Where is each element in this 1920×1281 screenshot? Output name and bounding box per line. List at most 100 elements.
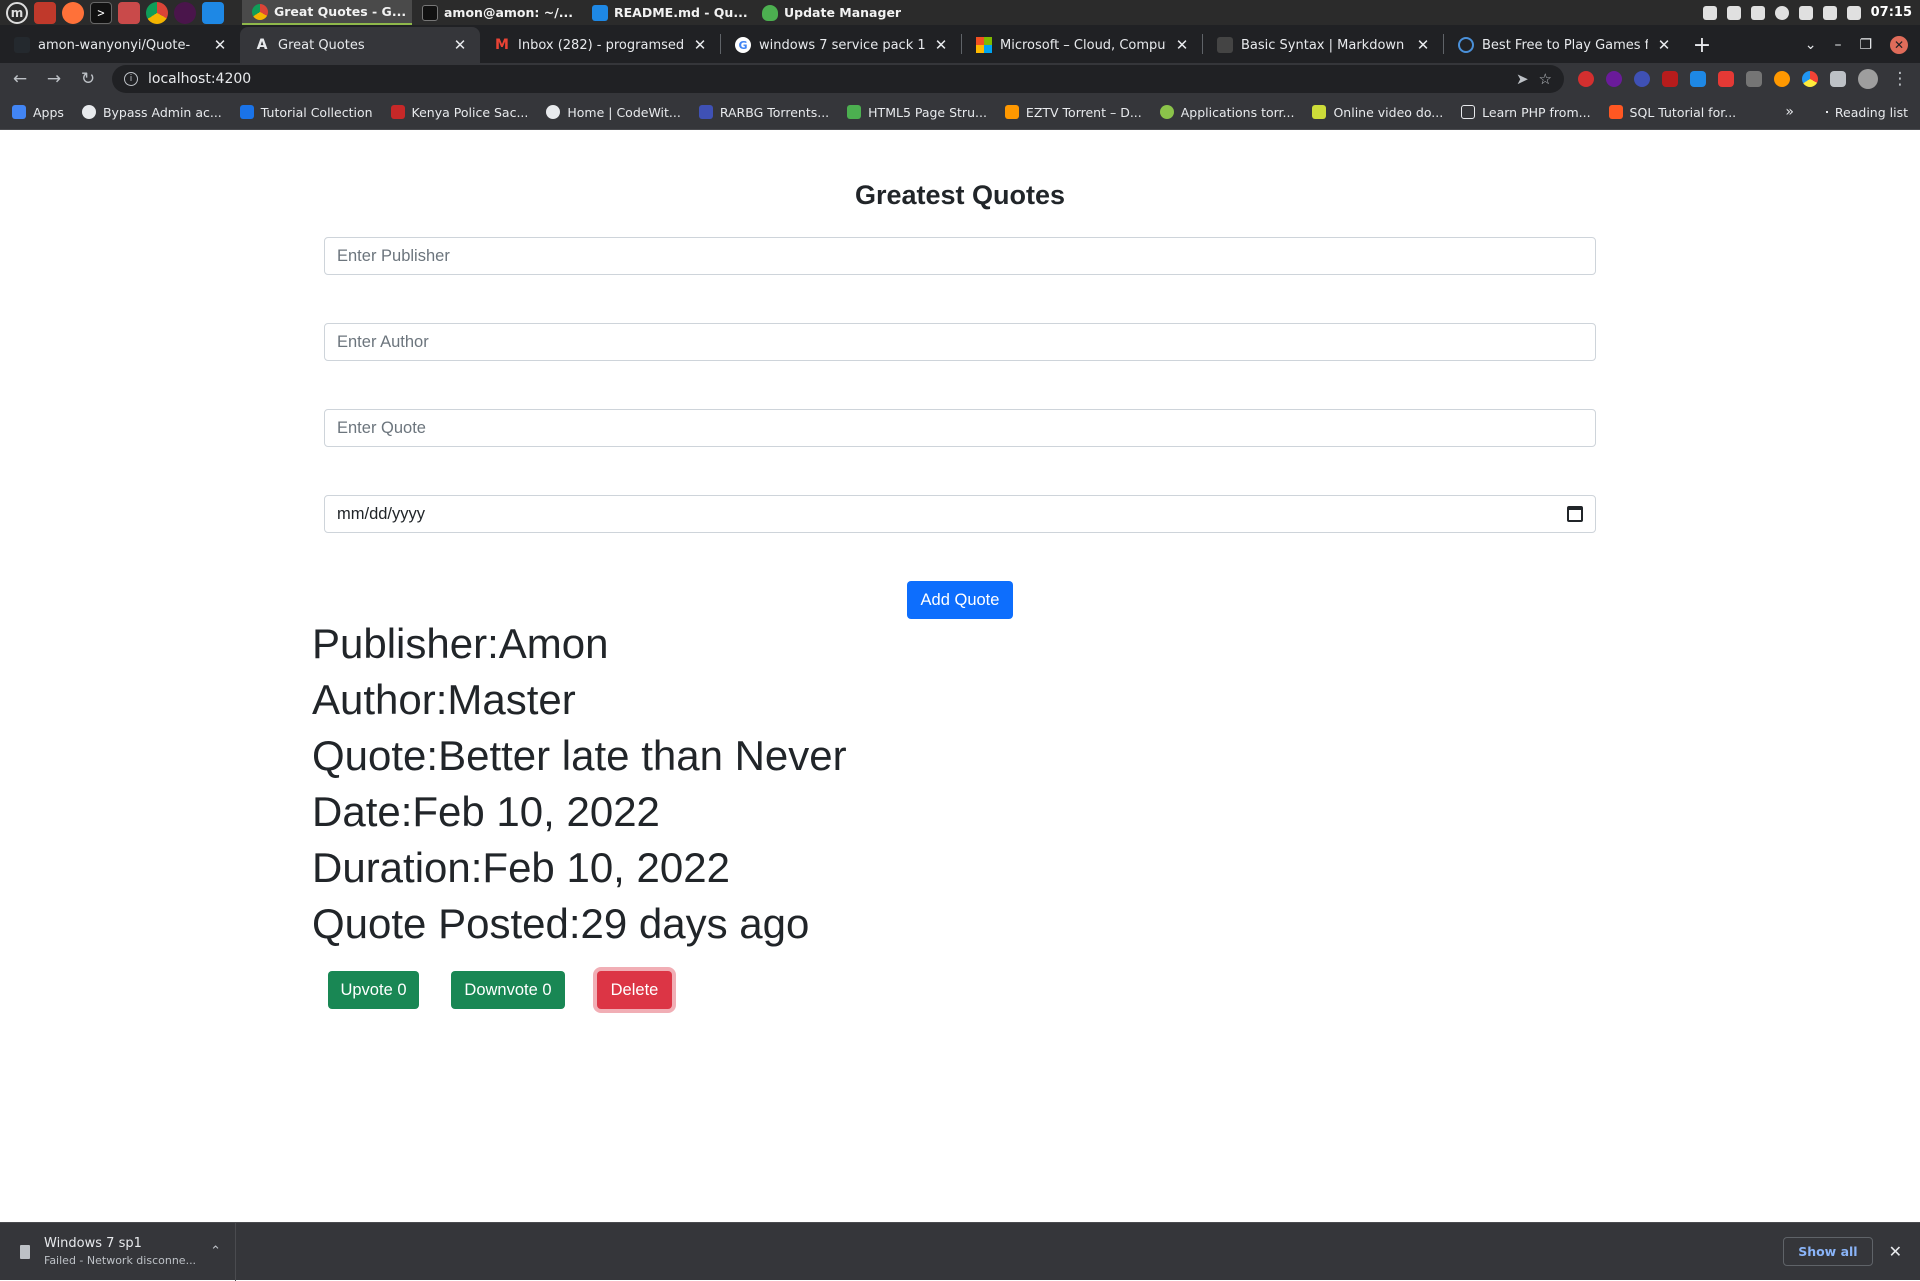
extension-icon[interactable] (1746, 71, 1762, 87)
extension-icon[interactable] (1774, 71, 1790, 87)
taskbar-item-update-manager[interactable]: Update Manager (752, 0, 922, 25)
taskbar-item-terminal[interactable]: amon@amon: ~/... (412, 0, 582, 25)
tab-gmail[interactable]: M Inbox (282) - programseduc@ ✕ (480, 27, 720, 63)
chrome-icon[interactable] (146, 1, 168, 24)
tab-microsoft[interactable]: Microsoft – Cloud, Computers ✕ (962, 27, 1202, 63)
upvote-button[interactable]: Upvote 0 (328, 971, 419, 1009)
tab-markdown-guide[interactable]: Basic Syntax | Markdown Guid ✕ (1203, 27, 1443, 63)
files-icon[interactable] (118, 1, 140, 24)
site-info-icon[interactable]: i (124, 72, 138, 86)
date-field[interactable]: mm/dd/yyyy (324, 495, 1596, 533)
back-icon[interactable]: ← (10, 69, 30, 89)
clipboard-icon[interactable] (1750, 5, 1765, 20)
ublock-extension-icon[interactable] (1662, 71, 1678, 87)
slack-icon[interactable] (174, 1, 196, 24)
tab-search-icon[interactable]: ⌄ (1805, 37, 1817, 53)
close-icon[interactable]: ✕ (1889, 1242, 1902, 1261)
more-bookmarks-chevron-icon[interactable]: » (1785, 104, 1794, 120)
forward-icon[interactable]: → (44, 69, 64, 89)
send-icon[interactable]: ➤ (1516, 70, 1529, 88)
show-desktop-icon[interactable] (34, 1, 56, 24)
user-icon[interactable] (1774, 5, 1789, 20)
calendar-icon[interactable] (1567, 506, 1583, 522)
shield-tray-icon[interactable] (1702, 5, 1717, 20)
publisher-input[interactable] (337, 246, 1583, 266)
delete-button[interactable]: Delete (597, 971, 672, 1009)
extension-icon[interactable] (1634, 71, 1650, 87)
video-extension-icon[interactable] (1718, 71, 1734, 87)
bookmark-item[interactable]: Online video do... (1312, 105, 1443, 120)
download-item[interactable]: Windows 7 sp1 Failed - Network disconne.… (0, 1222, 236, 1281)
wifi-icon[interactable] (1798, 5, 1813, 20)
tab-great-quotes[interactable]: A Great Quotes ✕ (240, 27, 480, 63)
bookmark-item[interactable]: Kenya Police Sac... (390, 105, 528, 120)
clock[interactable]: 07:15 (1871, 5, 1912, 20)
author-input[interactable] (337, 332, 1583, 352)
mint-menu-icon[interactable]: m (6, 1, 28, 24)
extension-icon[interactable] (1606, 71, 1622, 87)
add-quote-button[interactable]: Add Quote (907, 581, 1013, 619)
bookmark-label: Bypass Admin ac... (102, 104, 222, 120)
bookmark-star-icon[interactable]: ☆ (1539, 70, 1552, 88)
taskbar-item-vscode[interactable]: README.md - Qu... (582, 0, 752, 25)
tab-google-search[interactable]: G windows 7 service pack 1 - Go ✕ (721, 27, 961, 63)
close-window-icon[interactable]: ✕ (1890, 36, 1908, 54)
adblock-extension-icon[interactable] (1578, 71, 1594, 87)
bookmark-item[interactable]: Tutorial Collection (239, 105, 373, 120)
chevron-up-icon[interactable]: ⌃ (210, 1244, 221, 1259)
close-tab-icon[interactable]: ✕ (692, 36, 708, 54)
minimize-icon[interactable]: – (1834, 37, 1841, 53)
show-all-downloads-button[interactable]: Show all (1783, 1237, 1873, 1266)
profile-avatar-icon[interactable] (1858, 69, 1878, 89)
angular-icon: A (256, 37, 268, 53)
publisher-field[interactable] (324, 237, 1596, 275)
bookmark-item[interactable]: SQL Tutorial for... (1608, 105, 1736, 120)
author-field[interactable] (324, 323, 1596, 361)
chrome-icon (252, 3, 268, 20)
bookmark-item[interactable]: RARBG Torrents... (698, 104, 830, 120)
terminal-icon[interactable]: > (90, 1, 112, 24)
address-bar[interactable]: i localhost:4200 ➤ ☆ (112, 65, 1564, 93)
quote-input[interactable] (337, 418, 1583, 438)
bookmark-item[interactable]: Home | CodeWit... (546, 105, 681, 120)
tab-title: Inbox (282) - programseduc@ (518, 37, 684, 53)
bookmark-item[interactable]: HTML5 Page Stru... (847, 105, 987, 120)
close-tab-icon[interactable]: ✕ (452, 36, 468, 54)
extension-icon[interactable] (1802, 71, 1818, 87)
firefox-icon[interactable] (62, 1, 84, 24)
bookmark-item[interactable]: Learn PHP from... (1461, 105, 1591, 120)
bookmark-item[interactable]: EZTV Torrent – D... (1004, 105, 1142, 120)
kebab-menu-icon[interactable]: ⋮ (1890, 69, 1910, 89)
downvote-button[interactable]: Downvote 0 (451, 971, 565, 1009)
puzzle-extensions-icon[interactable] (1830, 71, 1846, 87)
battery-icon[interactable] (1846, 5, 1861, 20)
sql-icon (1608, 105, 1623, 119)
bookmark-item[interactable]: Bypass Admin ac... (81, 104, 222, 120)
url-text[interactable]: localhost:4200 (148, 71, 1506, 87)
page-title: Greatest Quotes (854, 180, 1066, 210)
extension-icon[interactable] (1690, 71, 1706, 87)
tab-free-games[interactable]: Best Free to Play Games for D ✕ (1444, 27, 1684, 63)
gmail-icon: M (495, 37, 509, 53)
globe-icon (546, 105, 561, 119)
quote-posted: Quote Posted:29 days ago (312, 900, 810, 947)
close-tab-icon[interactable]: ✕ (212, 36, 228, 54)
new-tab-button[interactable]: + (1684, 27, 1720, 63)
printer-icon[interactable] (1726, 5, 1741, 20)
reading-list-button[interactable]: Reading list (1825, 105, 1908, 120)
close-tab-icon[interactable]: ✕ (1656, 36, 1672, 54)
close-tab-icon[interactable]: ✕ (1415, 36, 1431, 54)
bookmark-label: RARBG Torrents... (719, 104, 830, 120)
vscode-icon[interactable] (202, 1, 224, 24)
close-tab-icon[interactable]: ✕ (933, 36, 949, 54)
close-tab-icon[interactable]: ✕ (1174, 36, 1190, 54)
date-input-text[interactable]: mm/dd/yyyy (337, 505, 425, 524)
maximize-icon[interactable]: ❐ (1859, 37, 1872, 53)
tab-github[interactable]: amon-wanyonyi/Quote- ✕ (0, 27, 240, 63)
bookmark-item[interactable]: Applications torr... (1159, 105, 1294, 120)
quote-field[interactable] (324, 409, 1596, 447)
reload-icon[interactable]: ↻ (78, 69, 98, 89)
bookmark-item[interactable]: Apps (12, 105, 64, 120)
taskbar-item-chrome[interactable]: Great Quotes - G... (242, 0, 412, 25)
volume-icon[interactable] (1822, 5, 1837, 20)
